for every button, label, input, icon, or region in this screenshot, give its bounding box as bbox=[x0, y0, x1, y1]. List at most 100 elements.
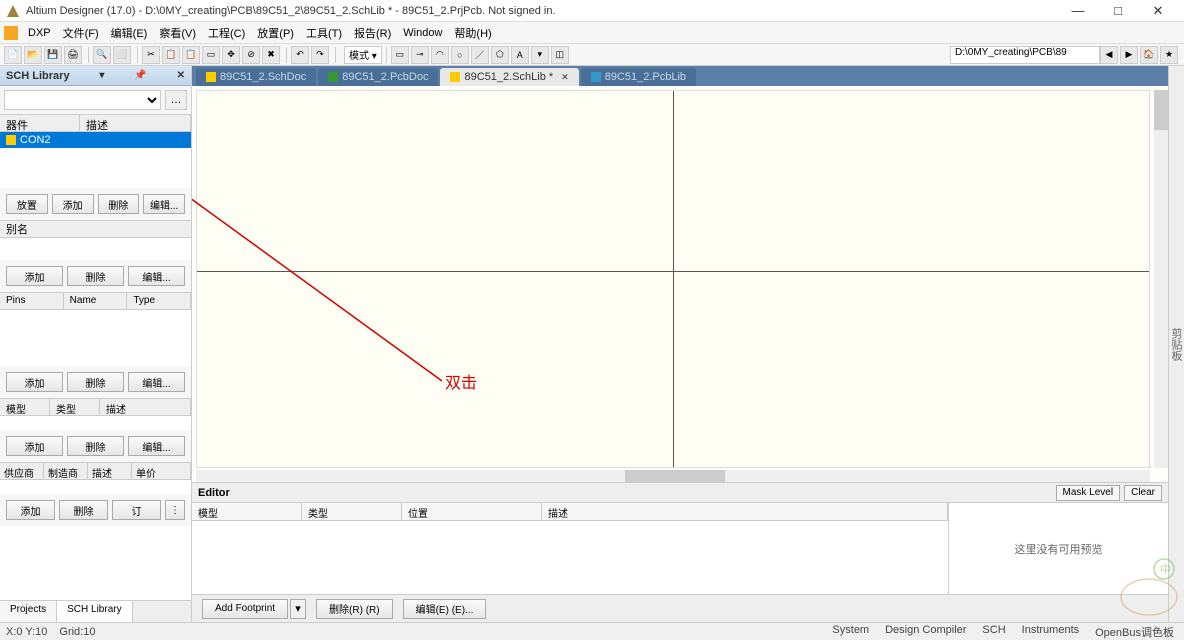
tb-open[interactable]: 📂 bbox=[24, 46, 42, 64]
vertical-scrollbar[interactable] bbox=[1154, 90, 1168, 468]
alias-scroll[interactable] bbox=[173, 221, 185, 237]
add-model-button[interactable]: 添加 bbox=[6, 436, 63, 456]
close-button[interactable]: ✕ bbox=[1138, 1, 1178, 21]
component-list[interactable]: CON2 bbox=[0, 132, 191, 188]
col-model-desc[interactable]: 描述 bbox=[100, 399, 191, 415]
tb-place-line[interactable]: ／ bbox=[471, 46, 489, 64]
tb-save[interactable]: 💾 bbox=[44, 46, 62, 64]
doc-tab-pcbdoc[interactable]: 89C51_2.PcbDoc bbox=[318, 68, 438, 86]
tb-place-rect[interactable]: ▭ bbox=[391, 46, 409, 64]
tb-undo[interactable]: ↶ bbox=[291, 46, 309, 64]
tb-delete[interactable]: ✖ bbox=[262, 46, 280, 64]
alias-list[interactable] bbox=[0, 238, 191, 260]
editor-col-model[interactable]: 模型 bbox=[192, 503, 302, 520]
tab-sch-library[interactable]: SCH Library bbox=[57, 601, 132, 622]
tb-new[interactable]: 📄 bbox=[4, 46, 22, 64]
supplier-options-button[interactable]: ⋮ bbox=[165, 500, 185, 520]
menu-view[interactable]: 察看(V) bbox=[153, 23, 202, 43]
close-tab-icon[interactable]: ✕ bbox=[561, 72, 569, 83]
menu-edit[interactable]: 编辑(E) bbox=[105, 23, 154, 43]
right-tab-clipboard[interactable]: 剪贴板 bbox=[1168, 328, 1184, 361]
menu-reports[interactable]: 报告(R) bbox=[348, 23, 397, 43]
col-desc[interactable]: 描述 bbox=[80, 115, 191, 131]
menu-window[interactable]: Window bbox=[397, 25, 448, 41]
order-button[interactable]: 订 bbox=[112, 500, 161, 520]
col-pin-name[interactable]: Name bbox=[64, 293, 128, 309]
tb-favorites-icon[interactable]: ★ bbox=[1160, 46, 1178, 64]
tb-print[interactable]: 🖨 bbox=[64, 46, 82, 64]
panel-dropdown-icon[interactable]: ▾ bbox=[99, 70, 104, 81]
tb-redo[interactable]: ↷ bbox=[311, 46, 329, 64]
add-component-button[interactable]: 添加 bbox=[52, 194, 94, 214]
hscroll-thumb[interactable] bbox=[625, 470, 725, 482]
col-pins[interactable]: Pins bbox=[0, 293, 64, 309]
panel-close-icon[interactable]: ✕ bbox=[177, 70, 185, 81]
tb-place-poly[interactable]: ⬠ bbox=[491, 46, 509, 64]
tb-paste[interactable]: 📋 bbox=[182, 46, 200, 64]
add-footprint-button[interactable]: Add Footprint bbox=[202, 599, 288, 619]
col-component[interactable]: 器件 bbox=[0, 115, 80, 131]
delete-component-button[interactable]: 删除 bbox=[98, 194, 140, 214]
minimize-button[interactable]: — bbox=[1058, 1, 1098, 21]
tab-projects[interactable]: Projects bbox=[0, 601, 57, 622]
tb-place-grid-dd[interactable]: ▾ bbox=[531, 46, 549, 64]
tb-place-part[interactable]: ◫ bbox=[551, 46, 569, 64]
menu-project[interactable]: 工程(C) bbox=[202, 23, 251, 43]
menu-help[interactable]: 帮助(H) bbox=[448, 23, 497, 43]
model-list[interactable] bbox=[0, 416, 191, 430]
tb-zoom-area[interactable]: 🔍 bbox=[93, 46, 111, 64]
col-model-type[interactable]: 类型 bbox=[50, 399, 100, 415]
editor-rows[interactable] bbox=[192, 521, 948, 594]
add-supplier-button[interactable]: 添加 bbox=[6, 500, 55, 520]
edit-component-button[interactable]: 编辑... bbox=[143, 194, 185, 214]
tb-place-pin[interactable]: ⊸ bbox=[411, 46, 429, 64]
tb-nav-back[interactable]: ◀ bbox=[1100, 46, 1118, 64]
delete-supplier-button[interactable]: 删除 bbox=[59, 500, 108, 520]
sb-design-compiler[interactable]: Design Compiler bbox=[881, 624, 970, 640]
tb-zoom-fit[interactable]: ⬜ bbox=[113, 46, 131, 64]
add-alias-button[interactable]: 添加 bbox=[6, 266, 63, 286]
add-pin-button[interactable]: 添加 bbox=[6, 372, 63, 392]
col-supplier[interactable]: 供应商 bbox=[0, 463, 44, 479]
tb-select[interactable]: ▭ bbox=[202, 46, 220, 64]
col-pin-type[interactable]: Type bbox=[127, 293, 191, 309]
tb-deselect[interactable]: ⊘ bbox=[242, 46, 260, 64]
tb-move[interactable]: ✥ bbox=[222, 46, 240, 64]
vscroll-thumb[interactable] bbox=[1154, 90, 1168, 130]
canvas-area[interactable]: 双击 bbox=[192, 86, 1168, 482]
place-button[interactable]: 放置 bbox=[6, 194, 48, 214]
delete-alias-button[interactable]: 删除 bbox=[67, 266, 124, 286]
sb-instruments[interactable]: Instruments bbox=[1018, 624, 1083, 640]
add-footprint-dropdown[interactable]: ▾ bbox=[290, 599, 306, 619]
filter-options-button[interactable]: … bbox=[165, 90, 187, 110]
component-filter-select[interactable] bbox=[4, 90, 161, 110]
tb-home-icon[interactable]: 🏠 bbox=[1140, 46, 1158, 64]
mask-level-button[interactable]: Mask Level bbox=[1056, 485, 1121, 501]
doc-tab-schlib[interactable]: 89C51_2.SchLib *✕ bbox=[440, 68, 578, 86]
panel-pin-icon[interactable]: 📌 bbox=[134, 70, 146, 81]
menu-place[interactable]: 放置(P) bbox=[251, 23, 300, 43]
col-model[interactable]: 模型 bbox=[0, 399, 50, 415]
design-canvas[interactable]: 双击 bbox=[196, 90, 1150, 468]
menu-file[interactable]: 文件(F) bbox=[57, 23, 105, 43]
col-price[interactable]: 单价 bbox=[132, 463, 191, 479]
alias-label[interactable]: 别名 bbox=[6, 221, 28, 237]
tb-cut[interactable]: ✂ bbox=[142, 46, 160, 64]
sb-system[interactable]: System bbox=[828, 624, 873, 640]
editor-col-type[interactable]: 类型 bbox=[302, 503, 402, 520]
edit-footprint-button[interactable]: 编辑(E) (E)... bbox=[403, 599, 487, 619]
menu-tools[interactable]: 工具(T) bbox=[300, 23, 348, 43]
pins-list[interactable] bbox=[0, 310, 191, 366]
doc-tab-schdoc[interactable]: 89C51_2.SchDoc bbox=[196, 68, 316, 86]
doc-tab-pcblib[interactable]: 89C51_2.PcbLib bbox=[581, 68, 696, 86]
tb-place-ellipse[interactable]: ○ bbox=[451, 46, 469, 64]
horizontal-scrollbar[interactable] bbox=[196, 470, 1150, 482]
tb-nav-fwd[interactable]: ▶ bbox=[1120, 46, 1138, 64]
col-mfr[interactable]: 制造商 bbox=[44, 463, 88, 479]
delete-model-button[interactable]: 删除 bbox=[67, 436, 124, 456]
editor-col-desc[interactable]: 描述 bbox=[542, 503, 948, 520]
delete-footprint-button[interactable]: 删除(R) (R) bbox=[316, 599, 393, 619]
component-row-con2[interactable]: CON2 bbox=[0, 132, 191, 148]
sb-sch[interactable]: SCH bbox=[978, 624, 1009, 640]
tb-copy[interactable]: 📋 bbox=[162, 46, 180, 64]
